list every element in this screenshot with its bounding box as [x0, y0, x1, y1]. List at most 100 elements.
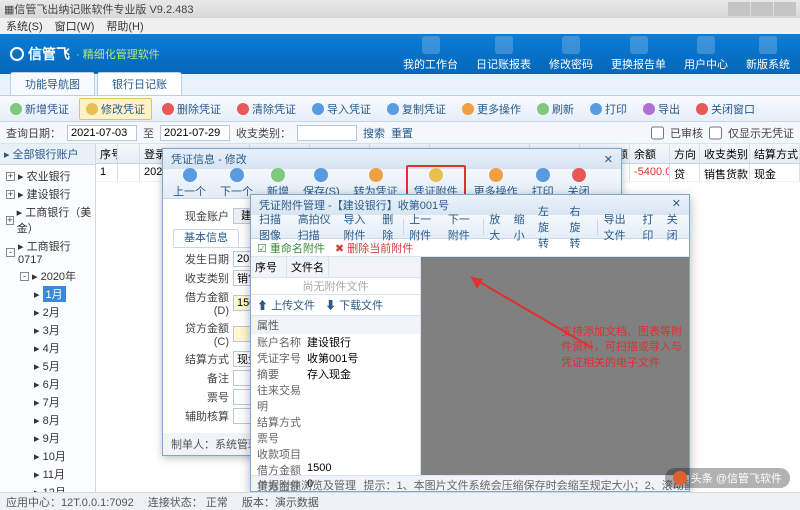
close-icon[interactable]: ✕ — [604, 153, 613, 166]
tab-basic[interactable]: 基本信息 — [173, 229, 239, 246]
tool-icon — [162, 103, 174, 115]
tree-node[interactable]: +▸ 建设银行 — [6, 185, 95, 203]
tab-bar: 功能导航图 银行日记账 — [0, 74, 800, 96]
tool-导入凭证[interactable]: 导入凭证 — [306, 99, 377, 119]
tool-icon — [230, 168, 244, 182]
chk-novoucher[interactable] — [709, 125, 722, 141]
attachment-dialog: 凭证附件管理 -【建设银行】收第001号 ✕ 扫描图像高拍仪扫描导入附件删除上一… — [250, 194, 690, 492]
maximize-button[interactable] — [751, 2, 773, 16]
tree-month[interactable]: ▸ 8月 — [6, 411, 95, 429]
report-icon — [495, 36, 513, 54]
brand-logo-icon — [10, 47, 24, 61]
nav-newsys[interactable]: 新版系统 — [746, 36, 790, 72]
tree-month[interactable]: ▸ 1月 — [6, 285, 95, 303]
atool-7[interactable]: 缩小 — [510, 210, 532, 244]
col-header[interactable]: 余额 — [630, 144, 670, 163]
tree-node[interactable]: -▸ 2020年 — [6, 267, 95, 285]
tool-刷新[interactable]: 刷新 — [531, 99, 580, 119]
tool-icon — [572, 168, 586, 182]
tree-header: ▸ 全部银行账户 — [0, 144, 95, 165]
tree-node[interactable]: -▸ 工商银行0717 — [6, 237, 95, 267]
atool-8[interactable]: 左旋转 — [534, 202, 564, 252]
atool-6[interactable]: 放大 — [485, 210, 507, 244]
tool-复制凭证[interactable]: 复制凭证 — [381, 99, 452, 119]
date-to[interactable] — [160, 125, 230, 141]
filter-bar: 查询日期： 至 收支类别： 搜索 重置 已审核 仅显示无凭证 — [0, 122, 800, 144]
tree-month[interactable]: ▸ 7月 — [6, 393, 95, 411]
tree-month[interactable]: ▸ 9月 — [6, 429, 95, 447]
download-button[interactable]: ⬇ 下载文件 — [325, 297, 383, 313]
atool-4[interactable]: 上一附件 — [405, 210, 442, 244]
atool-11[interactable]: 打印 — [638, 210, 660, 244]
brand-icons: 我的工作台 日记账报表 修改密码 更换报告单 用户中心 新版系统 — [403, 36, 790, 72]
tool-icon — [86, 103, 98, 115]
password-icon — [562, 36, 580, 54]
tool-icon — [312, 103, 324, 115]
attach-list-empty: 尚无附件文件 — [251, 278, 420, 294]
prop-row: 账户名称建设银行 — [251, 334, 420, 350]
minimize-button[interactable] — [728, 2, 750, 16]
atool-0[interactable]: 扫描图像 — [255, 210, 292, 244]
prop-row: 借方金额1500 — [251, 462, 420, 478]
atool-12[interactable]: 关闭 — [663, 210, 685, 244]
vtool-上一个[interactable]: 上一个 — [167, 167, 212, 200]
tree-month[interactable]: ▸ 10月 — [6, 447, 95, 465]
tool-修改凭证[interactable]: 修改凭证 — [79, 98, 152, 120]
col-header[interactable]: 结算方式 — [750, 144, 800, 163]
tree-node[interactable]: +▸ 工商银行（美金） — [6, 203, 95, 237]
tree-month[interactable]: ▸ 6月 — [6, 375, 95, 393]
tool-打印[interactable]: 打印 — [584, 99, 633, 119]
close-button[interactable] — [774, 2, 796, 16]
tool-icon — [643, 103, 655, 115]
tool-更多操作[interactable]: 更多操作 — [456, 99, 527, 119]
status-app: 应用中心：12T.0.0.1:7092 — [6, 494, 134, 510]
rename-toggle[interactable]: ☑ 重命名附件 — [257, 240, 325, 256]
tool-清除凭证[interactable]: 清除凭证 — [231, 99, 302, 119]
atool-3[interactable]: 删除 — [378, 210, 400, 244]
tab-bank-journal[interactable]: 银行日记账 — [97, 72, 182, 95]
nav-report2[interactable]: 更换报告单 — [611, 36, 666, 72]
col-header[interactable] — [118, 144, 140, 163]
tool-icon — [696, 103, 708, 115]
tool-icon — [489, 168, 503, 182]
atool-5[interactable]: 下一附件 — [444, 210, 481, 244]
menubar: 系统(S) 窗口(W) 帮助(H) — [0, 18, 800, 34]
tree-month[interactable]: ▸ 5月 — [6, 357, 95, 375]
tree-node[interactable]: +▸ 农业银行 — [6, 167, 95, 185]
atool-1[interactable]: 高拍仪扫描 — [294, 210, 338, 244]
menu-system[interactable]: 系统(S) — [6, 18, 43, 34]
delete-current[interactable]: ✖ 删除当前附件 — [335, 240, 413, 256]
attachment-preview: 支持添加文档、图表等附件资料，可扫描或导入与凭证相关的电子文件 — [421, 257, 689, 475]
tree-month[interactable]: ▸ 4月 — [6, 339, 95, 357]
tree-month[interactable]: ▸ 11月 — [6, 465, 95, 483]
tool-删除凭证[interactable]: 删除凭证 — [156, 99, 227, 119]
chk-audited[interactable] — [651, 125, 664, 141]
tool-新增凭证[interactable]: 新增凭证 — [4, 99, 75, 119]
nav-report[interactable]: 日记账报表 — [476, 36, 531, 72]
tool-icon — [237, 103, 249, 115]
nav-workbench[interactable]: 我的工作台 — [403, 36, 458, 72]
date-from[interactable] — [67, 125, 137, 141]
col-header[interactable]: 序号 — [96, 144, 118, 163]
tool-关闭窗口[interactable]: 关闭窗口 — [690, 99, 761, 119]
prop-row: 凭证字号收第001号 — [251, 350, 420, 366]
nav-usercenter[interactable]: 用户中心 — [684, 36, 728, 72]
tool-icon — [536, 168, 550, 182]
menu-help[interactable]: 帮助(H) — [106, 18, 143, 34]
atool-10[interactable]: 导出文件 — [600, 210, 637, 244]
col-header[interactable]: 方向 — [670, 144, 700, 163]
tree-month[interactable]: ▸ 2月 — [6, 303, 95, 321]
type-input[interactable] — [297, 125, 357, 141]
upload-button[interactable]: ⬆ 上传文件 — [257, 297, 315, 313]
nav-password[interactable]: 修改密码 — [549, 36, 593, 72]
tab-nav[interactable]: 功能导航图 — [10, 72, 95, 95]
tool-导出[interactable]: 导出 — [637, 99, 686, 119]
clear-button[interactable]: 重置 — [391, 125, 413, 141]
atool-9[interactable]: 右旋转 — [565, 202, 595, 252]
atool-2[interactable]: 导入附件 — [340, 210, 377, 244]
tree-month[interactable]: ▸ 3月 — [6, 321, 95, 339]
col-header[interactable]: 收支类别 — [700, 144, 750, 163]
menu-window[interactable]: 窗口(W) — [55, 18, 95, 34]
search-button[interactable]: 搜索 — [363, 125, 385, 141]
watermark: 头条 @信管飞软件 — [665, 468, 790, 488]
